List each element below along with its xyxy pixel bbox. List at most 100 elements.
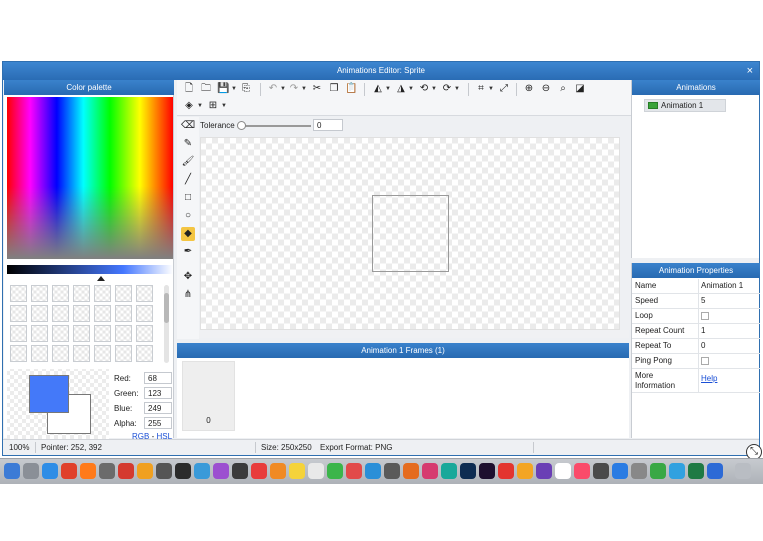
eraser-icon[interactable]: ⌫ — [181, 119, 195, 133]
color-swatch[interactable] — [31, 285, 48, 302]
excel-icon[interactable] — [688, 463, 704, 479]
app-icon[interactable] — [536, 463, 552, 479]
unity-icon[interactable] — [175, 463, 191, 479]
property-value-name[interactable]: Animation 1 — [698, 279, 743, 293]
color-swatch[interactable] — [10, 305, 27, 322]
paint-bucket-icon[interactable]: ◆ — [181, 227, 195, 241]
color-swatch[interactable] — [10, 285, 27, 302]
property-value-repeat-count[interactable]: 1 — [698, 324, 705, 338]
rotate-right-icon[interactable]: ⟳ — [441, 83, 453, 95]
flip-horizontal-icon[interactable]: ◭ — [372, 83, 384, 95]
flip-vertical-dropdown-caret[interactable]: ▼ — [408, 86, 414, 92]
color-swatch[interactable] — [73, 345, 90, 362]
resize-icon[interactable]: ⤢ — [498, 83, 510, 95]
save-dropdown-caret[interactable]: ▼ — [231, 86, 237, 92]
app-icon[interactable] — [194, 463, 210, 479]
close-icon[interactable]: × — [747, 62, 753, 80]
color-swatch[interactable] — [73, 305, 90, 322]
rectangle-icon[interactable]: □ — [181, 191, 195, 205]
loop-checkbox[interactable] — [701, 312, 709, 320]
copy-icon[interactable]: ❐ — [328, 83, 340, 95]
app-icon[interactable] — [669, 463, 685, 479]
paste-icon[interactable]: 📋 — [345, 83, 357, 95]
color-swatch[interactable] — [31, 345, 48, 362]
layers-dropdown-caret[interactable]: ▼ — [197, 103, 203, 109]
redo-dropdown-caret[interactable]: ▼ — [301, 86, 307, 92]
rotate-left-icon[interactable]: ⟲ — [418, 83, 430, 95]
color-swatch[interactable] — [52, 305, 69, 322]
window-titlebar[interactable]: Animations Editor: Sprite × — [3, 62, 759, 80]
foreground-color-swatch[interactable] — [29, 375, 69, 413]
color-swatch[interactable] — [10, 345, 27, 362]
color-swatch[interactable] — [52, 345, 69, 362]
color-swatch[interactable] — [73, 325, 90, 342]
frame-thumbnail[interactable]: 0 — [182, 361, 235, 431]
app-icon[interactable] — [593, 463, 609, 479]
app-icon[interactable] — [156, 463, 172, 479]
grid-dropdown-caret[interactable]: ▼ — [221, 103, 227, 109]
finder-icon[interactable] — [4, 463, 20, 479]
brush-icon[interactable]: 🖌 — [181, 155, 195, 169]
app-icon[interactable] — [403, 463, 419, 479]
animation-list-item[interactable]: Animation 1 — [644, 99, 726, 112]
app-icon[interactable] — [251, 463, 267, 479]
music-icon[interactable] — [574, 463, 590, 479]
color-swatch[interactable] — [115, 325, 132, 342]
vlc-icon[interactable] — [270, 463, 286, 479]
redo-icon[interactable]: ↷ — [288, 83, 300, 95]
sublime-icon[interactable] — [137, 463, 153, 479]
color-swatch[interactable] — [10, 325, 27, 342]
layers-icon[interactable]: ◈ — [183, 100, 195, 112]
undo-icon[interactable]: ↶ — [267, 83, 279, 95]
color-swatch[interactable] — [136, 325, 153, 342]
color-swatch[interactable] — [94, 325, 111, 342]
brightness-slider-handle[interactable] — [97, 276, 105, 281]
color-swatch[interactable] — [136, 305, 153, 322]
canvas-scrollbar[interactable] — [199, 330, 629, 338]
color-swatch[interactable] — [52, 325, 69, 342]
help-link[interactable]: Help — [698, 369, 717, 392]
chrome-icon[interactable] — [61, 463, 77, 479]
color-spectrum-picker[interactable] — [7, 97, 173, 259]
open-folder-icon[interactable]: 🗀 — [200, 83, 212, 95]
color-swatch[interactable] — [31, 325, 48, 342]
trash-icon[interactable] — [735, 463, 751, 479]
zoom-fit-icon[interactable]: ◪ — [574, 83, 586, 95]
property-value-speed[interactable]: 5 — [698, 294, 705, 308]
flip-vertical-icon[interactable]: ◮ — [395, 83, 407, 95]
color-swatch[interactable] — [136, 345, 153, 362]
green-field[interactable]: 123 — [144, 387, 172, 399]
app-icon[interactable] — [213, 463, 229, 479]
color-swatch[interactable] — [73, 285, 90, 302]
zoom-in-icon[interactable]: ⊕ — [523, 83, 535, 95]
color-swatch[interactable] — [115, 285, 132, 302]
ping-pong-checkbox[interactable] — [701, 357, 709, 365]
app-icon[interactable] — [365, 463, 381, 479]
tolerance-field[interactable]: 0 — [313, 119, 343, 131]
app-icon[interactable] — [650, 463, 666, 479]
pencil-icon[interactable]: ✎ — [181, 137, 195, 151]
cut-icon[interactable]: ✂ — [311, 83, 323, 95]
notes-icon[interactable] — [289, 463, 305, 479]
app-icon[interactable] — [498, 463, 514, 479]
line-icon[interactable]: ╱ — [181, 173, 195, 187]
tolerance-slider[interactable] — [239, 125, 311, 127]
rotate-left-dropdown-caret[interactable]: ▼ — [431, 86, 437, 92]
messages-icon[interactable] — [327, 463, 343, 479]
undo-dropdown-caret[interactable]: ▼ — [280, 86, 286, 92]
brightness-slider[interactable] — [7, 265, 173, 274]
color-swatch[interactable] — [94, 285, 111, 302]
property-value-repeat-to[interactable]: 0 — [698, 339, 705, 353]
drawing-canvas[interactable] — [200, 137, 620, 330]
launchpad-icon[interactable] — [23, 463, 39, 479]
photoshop-icon[interactable] — [460, 463, 476, 479]
color-swatch[interactable] — [94, 305, 111, 322]
app-icon[interactable] — [707, 463, 723, 479]
swatch-scrollbar-thumb[interactable] — [164, 293, 169, 323]
color-swatch[interactable] — [94, 345, 111, 362]
color-swatch[interactable] — [52, 285, 69, 302]
nodes-icon[interactable]: ⋔ — [181, 288, 195, 302]
color-swatch[interactable] — [115, 305, 132, 322]
zoom-actual-icon[interactable]: ⌕ — [557, 83, 569, 95]
app-store-icon[interactable] — [612, 463, 628, 479]
